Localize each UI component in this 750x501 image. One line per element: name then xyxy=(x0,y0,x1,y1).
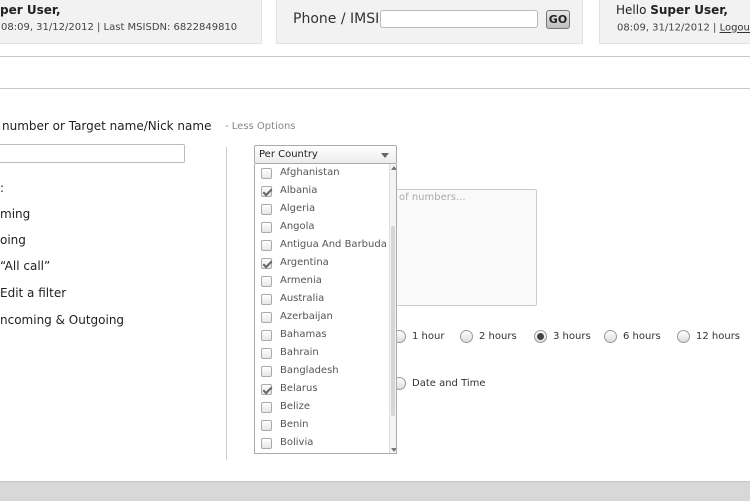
country-option[interactable]: Bolivia xyxy=(255,435,390,453)
time-range-radio[interactable] xyxy=(677,330,690,343)
dropdown-scrollbar[interactable] xyxy=(389,164,396,453)
country-checkbox[interactable] xyxy=(261,294,272,305)
country-option[interactable]: Belize xyxy=(255,399,390,417)
country-option[interactable]: Bahamas xyxy=(255,327,390,345)
country-checkbox[interactable] xyxy=(261,330,272,341)
country-checkbox[interactable] xyxy=(261,276,272,287)
time-range-radio[interactable] xyxy=(534,330,547,343)
time-range-label: 1 hour xyxy=(412,331,445,342)
option-incoming[interactable]: ming xyxy=(0,207,30,221)
country-option[interactable]: Benin xyxy=(255,417,390,435)
country-checkbox[interactable] xyxy=(261,258,272,269)
time-range-radio[interactable] xyxy=(604,330,617,343)
country-option-label: Australia xyxy=(280,293,325,304)
country-option-label: Belize xyxy=(280,401,310,412)
country-option-label: Azerbaijan xyxy=(280,311,333,322)
call-type-label: : xyxy=(0,181,5,195)
option-incoming-outgoing[interactable]: ncoming & Outgoing xyxy=(0,313,124,327)
country-option-label: Afghanistan xyxy=(280,167,340,178)
country-checkbox[interactable] xyxy=(261,348,272,359)
country-checkbox[interactable] xyxy=(261,222,272,233)
chevron-down-icon xyxy=(381,153,389,158)
scroll-thumb[interactable] xyxy=(391,226,395,416)
country-select[interactable]: Per Country xyxy=(254,145,397,164)
country-option[interactable]: Belarus xyxy=(255,381,390,399)
country-checkbox[interactable] xyxy=(261,366,272,377)
country-select-value: Per Country xyxy=(259,149,318,160)
country-option-label: Antigua And Barbuda xyxy=(280,239,387,250)
time-range-label: 6 hours xyxy=(623,331,661,342)
country-option-label: Angola xyxy=(280,221,315,232)
country-option[interactable]: Argentina xyxy=(255,255,390,273)
right-session-time: 08:09, 31/12/2012 | xyxy=(617,22,717,34)
search-target-input[interactable] xyxy=(0,144,185,163)
country-option-label: Benin xyxy=(280,419,309,430)
left-greeting: per User, xyxy=(0,3,61,17)
time-range-label: 12 hours xyxy=(696,331,741,342)
country-option[interactable]: Bangladesh xyxy=(255,363,390,381)
numbers-placeholder: of numbers... xyxy=(399,192,466,203)
country-checkbox[interactable] xyxy=(261,420,272,431)
time-range-label: 2 hours xyxy=(479,331,517,342)
country-checkbox[interactable] xyxy=(261,312,272,323)
country-option[interactable]: Algeria xyxy=(255,201,390,219)
country-option-label: Bolivia xyxy=(280,437,314,448)
time-range-radio[interactable] xyxy=(460,330,473,343)
country-checkbox[interactable] xyxy=(261,240,272,251)
option-all-call[interactable]: “All call” xyxy=(0,259,50,273)
country-option[interactable]: Azerbaijan xyxy=(255,309,390,327)
time-range-label: 3 hours xyxy=(553,331,591,342)
form-column-divider xyxy=(226,147,227,460)
left-session-meta: 08:09, 31/12/2012 | Last MSISDN: 6822849… xyxy=(1,22,238,33)
country-checkbox[interactable] xyxy=(261,204,272,215)
country-checkbox[interactable] xyxy=(261,438,272,449)
country-option-label: Armenia xyxy=(280,275,322,286)
scroll-up-icon[interactable] xyxy=(391,166,396,170)
country-option[interactable]: Antigua And Barbuda xyxy=(255,237,390,255)
header-divider-top xyxy=(0,56,750,57)
country-option-label: Argentina xyxy=(280,257,329,268)
phone-imsi-input[interactable] xyxy=(380,10,538,28)
country-option-label: Bahrain xyxy=(280,347,319,358)
country-checkbox[interactable] xyxy=(261,384,272,395)
logout-link[interactable]: Logout xyxy=(720,23,750,34)
header-divider-bottom xyxy=(0,88,750,89)
phone-imsi-label: Phone / IMSI xyxy=(293,11,380,27)
less-options-link[interactable]: - Less Options xyxy=(225,121,296,132)
option-outgoing[interactable]: oing xyxy=(0,233,26,247)
country-option[interactable]: Bahrain xyxy=(255,345,390,363)
search-target-label: number or Target name/Nick name xyxy=(2,119,212,133)
country-option-label: Albania xyxy=(280,185,318,196)
date-time-label: Date and Time xyxy=(412,378,486,389)
country-checkbox[interactable] xyxy=(261,186,272,197)
right-session-meta: 08:09, 31/12/2012 | Logout xyxy=(617,21,750,34)
country-option[interactable]: Australia xyxy=(255,291,390,309)
page-footer xyxy=(0,481,750,501)
country-dropdown-list: Afghanistan Albania Algeria Angola Antigua A… xyxy=(254,164,397,454)
country-option-label: Bangladesh xyxy=(280,365,339,376)
country-option[interactable]: Angola xyxy=(255,219,390,237)
numbers-textarea[interactable]: of numbers... xyxy=(390,189,537,306)
right-greeting: Hello Super User, xyxy=(616,3,728,17)
country-checkbox[interactable] xyxy=(261,402,272,413)
country-checkbox[interactable] xyxy=(261,168,272,179)
country-option-label: Algeria xyxy=(280,203,316,214)
option-edit-filter[interactable]: Edit a filter xyxy=(0,286,66,300)
go-button[interactable]: GO xyxy=(546,10,570,29)
country-option[interactable]: Afghanistan xyxy=(255,165,390,183)
right-greeting-name: Super User, xyxy=(650,3,728,17)
scroll-down-icon[interactable] xyxy=(391,448,396,452)
right-greeting-prefix: Hello xyxy=(616,3,651,17)
country-option-label: Belarus xyxy=(280,383,318,394)
country-option-label: Bahamas xyxy=(280,329,327,340)
country-option[interactable]: Armenia xyxy=(255,273,390,291)
country-option[interactable]: Albania xyxy=(255,183,390,201)
